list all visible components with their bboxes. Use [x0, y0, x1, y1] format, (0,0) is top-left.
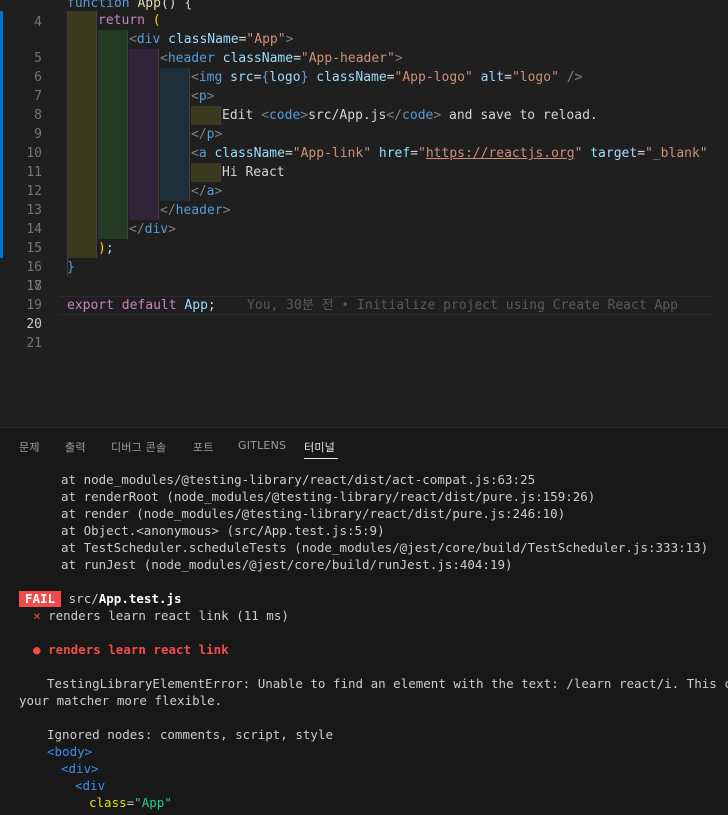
stack-line: at TestScheduler.scheduleTests (node_mod… — [61, 540, 709, 555]
code-line-9[interactable]: 9 <p> — [0, 87, 728, 142]
modified-line-marker — [0, 182, 3, 201]
modified-line-marker — [0, 144, 3, 163]
code-line-13[interactable]: 13 Hi React — [0, 163, 728, 218]
code-line-8[interactable]: 8 <img src={logo} className="App-logo" a… — [0, 68, 728, 123]
test-failure-title: ● renders learn react link — [33, 642, 229, 657]
error-message-line: TestingLibraryElementError: Unable to fi… — [47, 676, 728, 691]
tab-ports[interactable]: 포트 — [193, 439, 214, 455]
modified-line-marker — [0, 125, 3, 144]
modified-line-marker — [0, 106, 3, 125]
code-line-6[interactable]: 6 <div className="App"> — [0, 30, 728, 85]
code-line-15[interactable]: 15 </header> — [0, 201, 728, 256]
dom-body-line: <body> — [47, 744, 93, 759]
modified-line-marker — [0, 68, 3, 87]
bullet-icon: ● — [33, 642, 41, 657]
modified-line-marker — [0, 30, 3, 49]
fail-badge: FAIL — [19, 591, 62, 607]
error-message-line: your matcher more flexible. — [19, 693, 223, 708]
code-line-16[interactable]: 16 </div> — [0, 220, 728, 275]
fail-summary-line: FAIL src/App.test.js — [19, 590, 728, 607]
modified-line-marker — [0, 49, 3, 68]
code-line-20[interactable]: 20 export default App; You, 30분 전 • Init… — [0, 296, 728, 332]
code-line-21[interactable]: 21 — [0, 315, 728, 351]
modified-line-marker — [0, 87, 3, 106]
code-line-18[interactable]: 18 } — [0, 258, 728, 294]
line-number: 21 — [26, 336, 42, 351]
tab-terminal[interactable]: 터미널 — [304, 439, 335, 455]
panel-tabs: 문제 출력 디버그 콘솔 포트 GITLENS 터미널 — [0, 428, 728, 462]
code-editor[interactable]: 4 function App() { 5 return ( 6 <div cla… — [0, 0, 728, 427]
editor-scrollbar[interactable] — [714, 0, 728, 427]
dom-class-line: class="App" — [89, 795, 172, 810]
stack-line: at render (node_modules/@testing-library… — [61, 506, 566, 521]
stack-line: at Object.<anonymous> (src/App.test.js:5… — [61, 523, 385, 538]
code-line-12[interactable]: 12 <a className="App-link" href="https:/… — [0, 144, 728, 199]
reactjs-link[interactable]: https://reactjs.org — [426, 146, 575, 161]
modified-line-marker — [0, 201, 3, 220]
tab-gitlens[interactable]: GITLENS — [238, 439, 286, 452]
dom-div-line: <div> — [61, 761, 99, 776]
stack-line: at node_modules/@testing-library/react/d… — [61, 472, 536, 487]
code-line-14[interactable]: 14 </a> — [0, 182, 728, 237]
tab-output[interactable]: 출력 — [65, 439, 86, 455]
code-line-10[interactable]: 10 Edit <code>src/App.js</code> and save… — [0, 106, 728, 161]
bottom-panel: 문제 출력 디버그 콘솔 포트 GITLENS 터미널 at node_modu… — [0, 428, 728, 815]
ignored-nodes-line: Ignored nodes: comments, script, style — [47, 727, 333, 742]
code-line-5[interactable]: 5 return ( — [0, 11, 728, 66]
code-line-11[interactable]: 11 </p> — [0, 125, 728, 180]
modified-line-marker — [0, 239, 3, 258]
tab-problems[interactable]: 문제 — [19, 439, 40, 455]
git-blame-annotation: You, 30분 전 • Initialize project using Cr… — [247, 298, 678, 313]
code-line-19[interactable]: 19 — [0, 277, 728, 313]
fail-mark-icon: × — [33, 608, 41, 623]
tab-debug-console[interactable]: 디버그 콘솔 — [111, 439, 166, 455]
code-line-17[interactable]: 17 ); — [0, 239, 728, 294]
stack-line: at runJest (node_modules/@jest/core/buil… — [61, 557, 513, 572]
code-line-7[interactable]: 7 <header className="App-header"> — [0, 49, 728, 104]
modified-line-marker — [0, 220, 3, 239]
test-result-line: × renders learn react link (11 ms) — [33, 608, 289, 623]
dom-div2-line: <div — [75, 778, 106, 793]
modified-line-marker — [0, 163, 3, 182]
active-tab-indicator — [304, 458, 338, 459]
stack-line: at renderRoot (node_modules/@testing-lib… — [61, 489, 596, 504]
modified-line-marker — [0, 11, 3, 30]
